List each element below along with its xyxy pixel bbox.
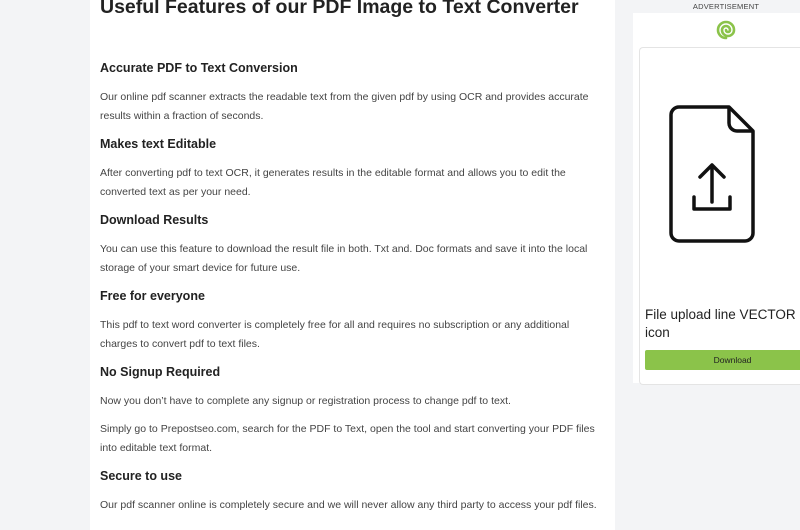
section-paragraph: This pdf to text word converter is compl…	[100, 319, 570, 350]
section-paragraph: Now you don’t have to complete any signu…	[100, 395, 511, 407]
section-heading: Secure to use	[100, 469, 182, 483]
section-paragraph: Our pdf scanner online is completely sec…	[100, 499, 597, 511]
section-paragraph: After converting pdf to text OCR, it gen…	[100, 167, 566, 198]
ad-caption: File upload line VECTOR icon	[645, 307, 796, 340]
section-heading: Accurate PDF to Text Conversion	[100, 61, 298, 75]
section-heading: No Signup Required	[100, 365, 221, 379]
file-upload-icon	[669, 105, 755, 243]
section-paragraph: You can use this feature to download the…	[100, 243, 588, 274]
download-button[interactable]: Download	[645, 350, 800, 370]
page-title: Useful Features of our PDF Image to Text…	[100, 0, 579, 18]
spiral-logo-icon	[716, 20, 736, 40]
advertisement-label: ADVERTISEMENT	[692, 2, 760, 11]
advertisement[interactable]: ADVERTISEMENT File upload line VECTOR ic…	[633, 0, 800, 385]
section-heading: Makes text Editable	[100, 137, 217, 151]
ad-box[interactable]: File upload line VECTOR icon Download	[633, 13, 800, 385]
section-heading: Free for everyone	[100, 289, 205, 303]
ad-card[interactable]: File upload line VECTOR icon Download	[639, 47, 800, 385]
section-paragraph: Simply go to Prepostseo.com, search for …	[100, 423, 595, 454]
section-paragraph: Our online pdf scanner extracts the read…	[100, 91, 589, 122]
section-heading: Download Results	[100, 213, 209, 227]
article-content: Useful Features of our PDF Image to Text…	[90, 0, 615, 530]
